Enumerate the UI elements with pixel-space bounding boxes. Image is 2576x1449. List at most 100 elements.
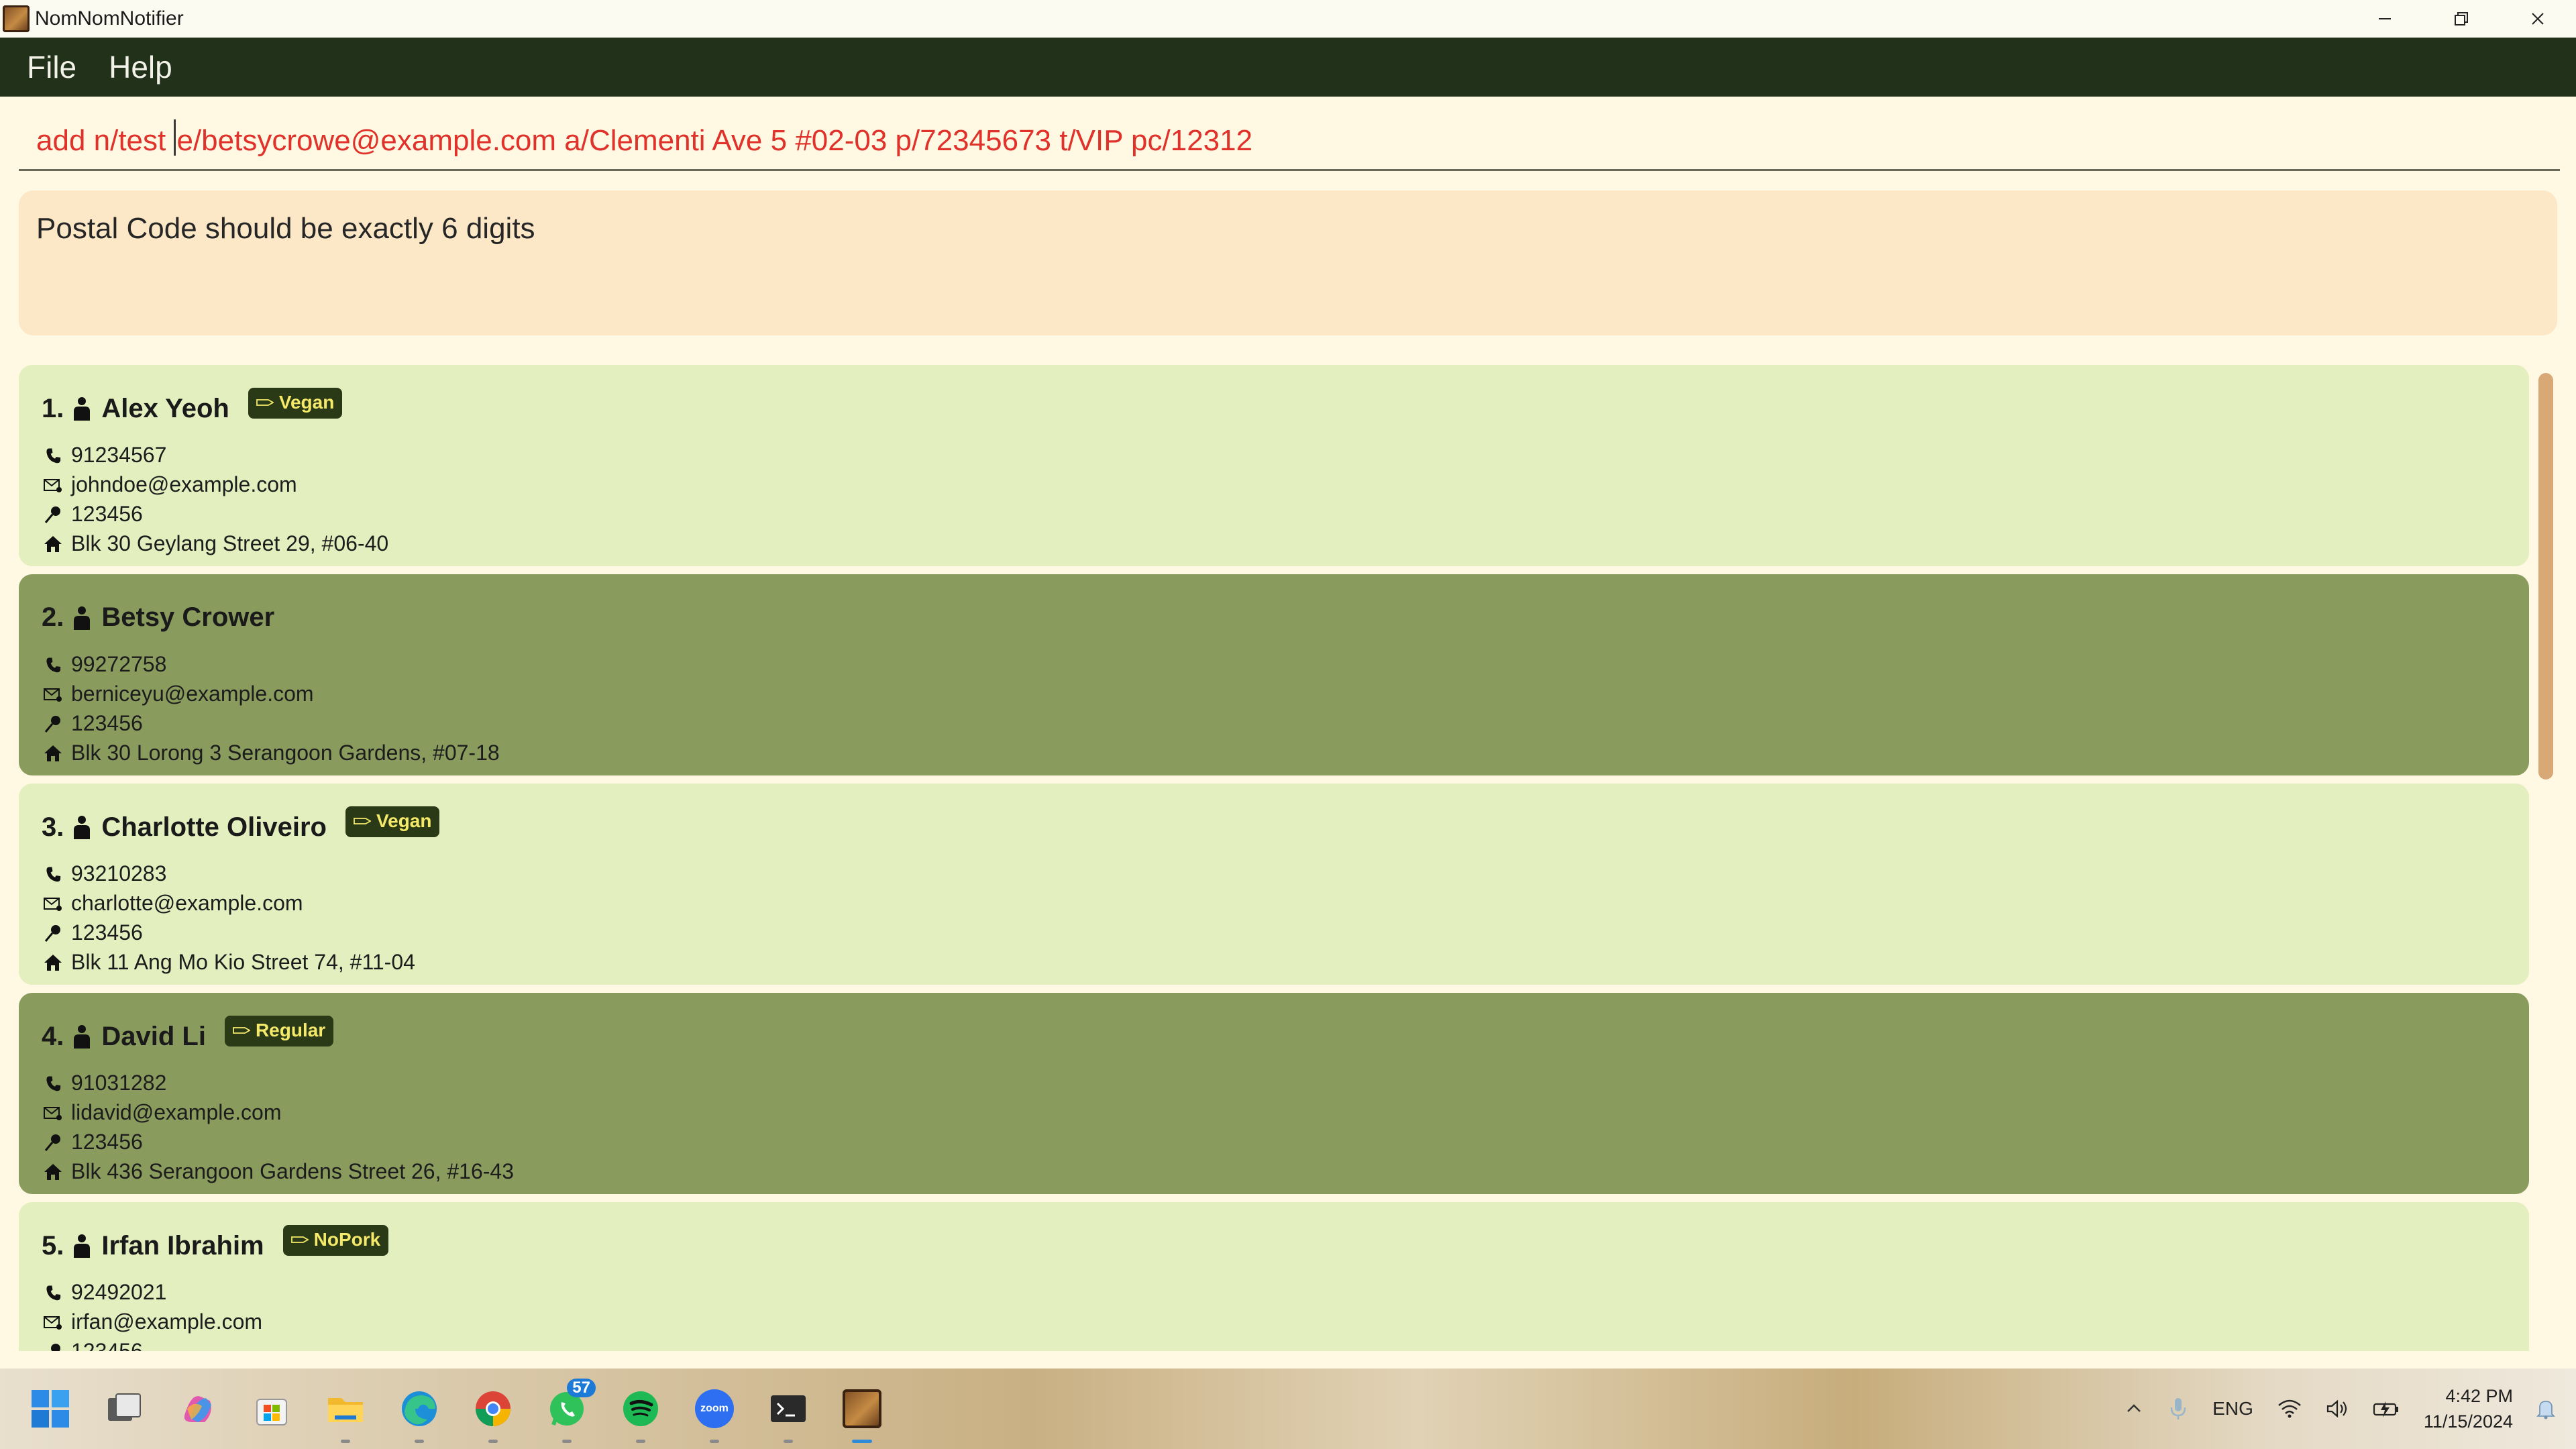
person-card-header: 3. Charlotte Oliveiro Vegan [42, 806, 440, 843]
language-indicator[interactable]: ENG [2212, 1398, 2253, 1419]
phone-icon [46, 867, 61, 881]
spotify-icon [623, 1391, 658, 1426]
volume-button[interactable] [2326, 1399, 2349, 1419]
running-indicator [636, 1440, 645, 1443]
phone-icon [46, 1285, 61, 1300]
person-card[interactable]: 3. Charlotte Oliveiro Vegan 93210283 charlot… [19, 784, 2529, 985]
command-box[interactable]: add n/test e/betsycrowe@example.com a/Cl… [19, 101, 2560, 171]
chrome-button[interactable] [470, 1385, 517, 1443]
system-tray: ENG 4:42 PM 11/15/2024 [2124, 1368, 2576, 1449]
nomnomnotifier-app-icon [843, 1389, 881, 1428]
task-view-button[interactable] [101, 1385, 148, 1432]
person-email-row: charlotte@example.com [43, 891, 303, 916]
home-icon [44, 954, 62, 971]
person-phone: 92492021 [71, 1280, 167, 1304]
microphone-button[interactable] [2168, 1397, 2188, 1421]
close-button[interactable] [2500, 0, 2576, 38]
person-card-header: 4. David Li Regular [42, 1016, 334, 1052]
chrome-icon [476, 1391, 511, 1426]
person-email: berniceyu@example.com [71, 682, 314, 706]
battery-charging-icon [2373, 1401, 2398, 1417]
store-button[interactable] [248, 1385, 295, 1432]
running-indicator [784, 1440, 793, 1443]
minimize-button[interactable] [2347, 0, 2423, 38]
zoom-icon-label: zoom [700, 1403, 729, 1414]
menu-bar: File Help [0, 38, 2576, 97]
person-card[interactable]: 1. Alex Yeoh Vegan 91234567 johndoe@example.… [19, 365, 2529, 566]
terminal-icon [771, 1395, 806, 1422]
menu-file[interactable]: File [27, 49, 76, 85]
person-email: lidavid@example.com [71, 1100, 282, 1124]
person-address-row: Blk 436 Serangoon Gardens Street 26, #16… [43, 1159, 514, 1184]
person-postal-code: 123456 [71, 1130, 143, 1154]
notifications-button[interactable] [2536, 1398, 2556, 1419]
menu-help[interactable]: Help [109, 49, 172, 85]
person-card[interactable]: 2. Betsy Crower 99272758 berniceyu@example.… [19, 574, 2529, 775]
person-address: Blk 30 Lorong 3 Serangoon Gardens, #07-1… [71, 741, 500, 765]
folder-icon [328, 1398, 363, 1422]
person-phone-row: 91031282 [43, 1071, 166, 1095]
clock-date: 11/15/2024 [2423, 1411, 2513, 1432]
person-email-row: lidavid@example.com [43, 1100, 282, 1125]
phone-icon [46, 1076, 61, 1091]
tag-icon [233, 1027, 250, 1034]
clock-time: 4:42 PM [2445, 1386, 2513, 1406]
person-icon [74, 397, 91, 421]
show-hidden-icons-button[interactable] [2124, 1399, 2144, 1419]
restore-button[interactable] [2423, 0, 2500, 38]
person-postal-code-row: 123456 [43, 711, 143, 736]
network-button[interactable] [2277, 1399, 2302, 1419]
start-button[interactable] [27, 1385, 74, 1432]
running-indicator [562, 1440, 572, 1443]
person-address: Blk 11 Ang Mo Kio Street 74, #11-04 [71, 950, 415, 974]
home-icon [44, 1163, 62, 1180]
person-card[interactable]: 4. David Li Regular 91031282 lidavid@example… [19, 993, 2529, 1194]
person-card[interactable]: 5. Irfan Ibrahim NoPork 92492021 irfan@examp… [19, 1202, 2529, 1351]
person-icon [74, 816, 91, 839]
person-phone: 91031282 [71, 1071, 167, 1095]
nomnomnotifier-taskbar-button[interactable] [839, 1385, 885, 1443]
task-view-icon [108, 1393, 141, 1421]
command-input[interactable]: add n/test e/betsycrowe@example.com a/Cl… [36, 119, 2518, 158]
app-logo-icon [3, 5, 30, 32]
whatsapp-button[interactable]: 57 [543, 1379, 596, 1443]
email-icon [44, 688, 62, 702]
person-postal-code-row: 123456 [43, 1130, 143, 1155]
email-icon [44, 478, 62, 492]
copilot-button[interactable] [174, 1385, 221, 1432]
file-explorer-button[interactable] [322, 1385, 369, 1443]
person-phone: 99272758 [71, 652, 167, 676]
dietary-tag: Vegan [248, 388, 343, 419]
zoom-button[interactable]: zoom [691, 1385, 738, 1443]
clock[interactable]: 4:42 PM 11/15/2024 [2424, 1383, 2513, 1434]
location-pin-icon [44, 715, 60, 733]
scrollbar-thumb[interactable] [2538, 373, 2553, 780]
edge-browser-button[interactable] [396, 1385, 443, 1443]
person-address: Blk 436 Serangoon Gardens Street 26, #16… [71, 1159, 514, 1183]
person-list[interactable]: 1. Alex Yeoh Vegan 91234567 johndoe@example.… [19, 365, 2530, 1351]
person-email: charlotte@example.com [71, 891, 303, 915]
active-indicator [852, 1440, 872, 1443]
store-icon [256, 1399, 287, 1426]
minimize-icon [2379, 18, 2391, 19]
location-pin-icon [51, 1343, 60, 1351]
result-message: Postal Code should be exactly 6 digits [36, 212, 535, 245]
terminal-button[interactable] [765, 1385, 812, 1443]
battery-button[interactable] [2373, 1399, 2400, 1419]
running-indicator [710, 1440, 719, 1443]
tag-icon [256, 399, 274, 406]
title-bar: NomNomNotifier [0, 0, 2576, 38]
person-icon [74, 1025, 91, 1049]
person-email: johndoe@example.com [71, 472, 297, 496]
person-name: Irfan Ibrahim [101, 1230, 264, 1260]
person-phone: 93210283 [71, 861, 167, 885]
person-phone-row: 91234567 [43, 443, 166, 468]
person-address: Blk 30 Geylang Street 29, #06-40 [71, 531, 389, 555]
chevron-up-icon [2127, 1404, 2141, 1412]
copilot-icon [184, 1396, 211, 1422]
spotify-button[interactable] [617, 1385, 664, 1443]
person-postal-code-row: 123456 [43, 1339, 143, 1351]
person-phone-row: 93210283 [43, 861, 166, 886]
email-icon [44, 897, 62, 911]
person-address-row: Blk 30 Geylang Street 29, #06-40 [43, 531, 388, 556]
